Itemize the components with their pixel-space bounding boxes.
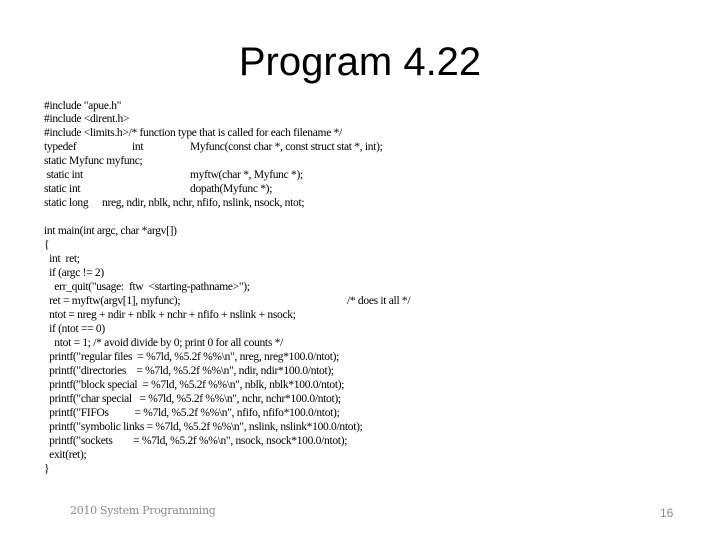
code-segment: /* does it all */ bbox=[347, 295, 411, 307]
code-segment: #include "apue.h" bbox=[44, 100, 122, 112]
slide-title: Program 4.22 bbox=[0, 40, 720, 85]
code-segment: printf("directories = %7ld, %5.2f %%\n",… bbox=[44, 365, 334, 377]
code-segment: exit(ret); bbox=[44, 449, 87, 461]
code-segment: typedef bbox=[44, 141, 77, 153]
slide-page-number: 16 bbox=[660, 506, 674, 520]
code-segment: ret = myftw(argv[1], myfunc); bbox=[44, 295, 181, 307]
footer-course-label: 2010 System Programming bbox=[70, 504, 216, 517]
code-segment: int bbox=[132, 141, 144, 153]
code-segment: if (argc != 2) bbox=[44, 267, 104, 279]
code-segment: Myfunc(const char *, const struct stat *… bbox=[190, 141, 383, 153]
code-segment: int main(int argc, char *argv[]) bbox=[44, 225, 177, 237]
code-segment: printf("symbolic links = %7ld, %5.2f %%\… bbox=[44, 421, 363, 433]
code-segment: #include <limits.h>/* function type that… bbox=[44, 127, 342, 139]
code-segment: err_quit("usage: ftw <starting-pathname>… bbox=[44, 281, 250, 293]
code-segment: printf("block special = %7ld, %5.2f %%\n… bbox=[44, 379, 345, 391]
code-segment: nreg, ndir, nblk, nchr, nfifo, nslink, n… bbox=[102, 197, 305, 209]
code-segment: printf("FIFOs = %7ld, %5.2f %%\n", nfifo… bbox=[44, 407, 340, 419]
code-segment: { bbox=[44, 239, 50, 251]
code-segment: ntot = nreg + ndir + nblk + nchr + nfifo… bbox=[44, 309, 296, 321]
code-segment: printf("regular files = %7ld, %5.2f %%\n… bbox=[44, 351, 340, 363]
code-segment: dopath(Myfunc *); bbox=[190, 183, 273, 195]
code-segment: ntot = 1; /* avoid divide by 0; print 0 … bbox=[44, 337, 283, 349]
slide-title-text: Program 4.22 bbox=[238, 40, 482, 84]
code-segment: printf("sockets = %7ld, %5.2f %%\n", nso… bbox=[44, 435, 348, 447]
code-segment: if (ntot == 0) bbox=[44, 323, 105, 335]
code-segment: } bbox=[44, 463, 50, 475]
code-segment: static long bbox=[44, 197, 89, 209]
code-segment: static int bbox=[44, 183, 81, 195]
code-segment: int ret; bbox=[44, 253, 80, 265]
code-segment: #include <dirent.h> bbox=[44, 113, 130, 125]
code-segment: static Myfunc myfunc; bbox=[44, 155, 143, 167]
code-segment: myftw(char *, Myfunc *); bbox=[190, 169, 303, 181]
code-segment: printf("char special = %7ld, %5.2f %%\n"… bbox=[44, 393, 341, 405]
slide: Program 4.22 #include "apue.h" #include <… bbox=[0, 0, 720, 540]
code-segment: static int bbox=[44, 169, 84, 181]
